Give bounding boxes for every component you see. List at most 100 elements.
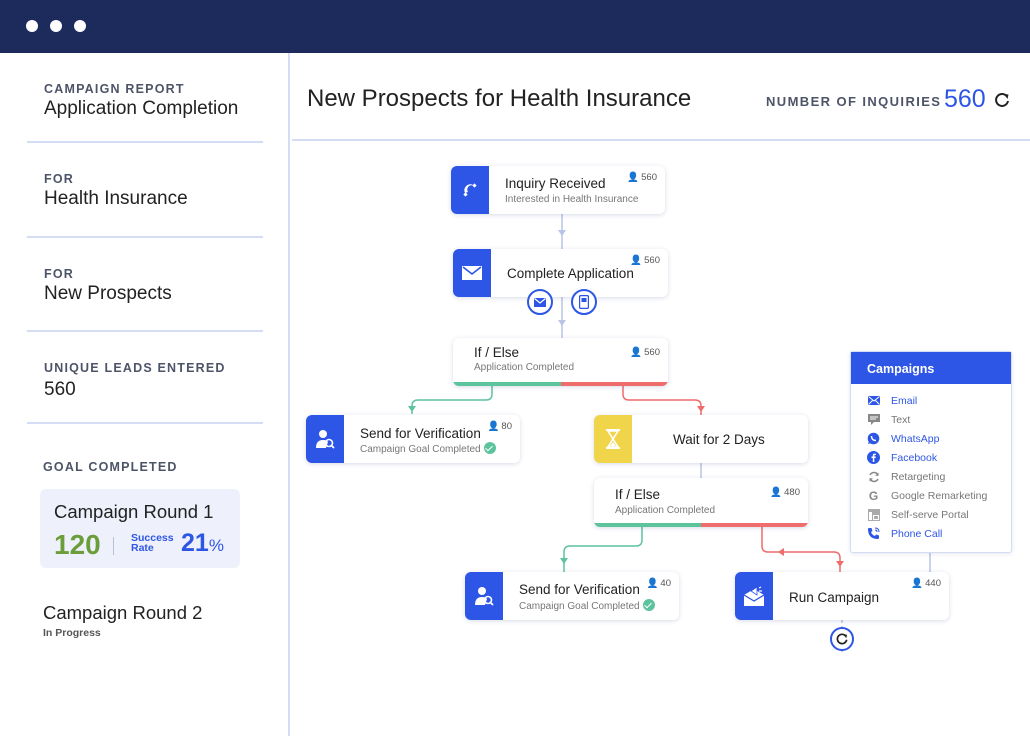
magnet-icon xyxy=(451,166,489,214)
success-rate-value: 21% xyxy=(181,529,224,558)
google-icon: G xyxy=(867,489,880,502)
campaign-item-label: Self-serve Portal xyxy=(891,509,969,521)
node-title: If / Else xyxy=(615,487,660,502)
window-dot-icon[interactable] xyxy=(50,20,62,32)
campaign-item-text[interactable]: Text xyxy=(867,410,910,429)
node-count-value: 80 xyxy=(501,421,512,432)
node-count: 👤560 xyxy=(630,255,660,266)
campaign-item-label: Phone Call xyxy=(891,528,942,540)
campaign-item-label: Google Remarketing xyxy=(891,490,987,502)
arrow-icon xyxy=(558,230,566,236)
window-titlebar xyxy=(0,0,1030,53)
mobile-message-channel-button[interactable] xyxy=(571,289,597,315)
node-title: Complete Application xyxy=(507,266,634,281)
campaign-item-label: Facebook xyxy=(891,452,937,464)
campaign-item-email[interactable]: Email xyxy=(867,391,917,410)
inquiries-value: 560 xyxy=(944,85,986,114)
email-channel-button[interactable] xyxy=(527,289,553,315)
node-count: 👤560 xyxy=(627,172,657,183)
flow-node-run-campaign[interactable]: Run Campaign 👤440 xyxy=(735,572,949,620)
user-search-icon xyxy=(465,572,503,620)
no-segment xyxy=(701,523,808,527)
campaign-item-retargeting[interactable]: Retargeting xyxy=(867,467,945,486)
node-count: 👤440 xyxy=(911,578,941,589)
check-circle-icon xyxy=(484,442,496,454)
campaign-item-label: Retargeting xyxy=(891,471,945,483)
inquiries-label: NUMBER OF INQUIRIES xyxy=(766,94,941,109)
arrow-icon xyxy=(408,406,416,412)
campaign-item-whatsapp[interactable]: WhatsApp xyxy=(867,429,939,448)
yes-segment xyxy=(594,523,701,527)
node-subtitle-text: Campaign Goal Completed xyxy=(519,601,640,612)
node-title: Inquiry Received xyxy=(505,176,606,191)
node-subtitle: Application Completed xyxy=(474,362,574,373)
no-segment xyxy=(561,382,669,386)
campaign-report-label: CAMPAIGN REPORT xyxy=(44,82,185,96)
envelope-icon xyxy=(453,249,491,297)
flow-node-if-else-2[interactable]: If / Else Application Completed 👤480 xyxy=(594,478,808,527)
whatsapp-icon xyxy=(867,432,880,445)
node-title: If / Else xyxy=(474,345,519,360)
no-branch-line xyxy=(762,527,840,573)
arrow-icon xyxy=(560,558,568,564)
hourglass-icon xyxy=(594,415,632,463)
node-count-value: 560 xyxy=(644,347,660,358)
user-icon: 👤 xyxy=(488,421,500,432)
user-icon: 👤 xyxy=(630,255,642,266)
window-dot-icon[interactable] xyxy=(26,20,38,32)
campaign-item-facebook[interactable]: Facebook xyxy=(867,448,937,467)
campaign-round-1-card[interactable]: Campaign Round 1 120 Success Rate 21% xyxy=(40,489,240,568)
divider xyxy=(113,537,114,555)
user-icon: 👤 xyxy=(627,172,639,183)
node-count: 👤560 xyxy=(630,347,660,358)
campaign-item-label: Email xyxy=(891,395,917,407)
campaigns-panel-title: Campaigns xyxy=(851,352,1011,384)
product-value: Health Insurance xyxy=(44,188,188,210)
email-icon xyxy=(534,298,546,307)
flow-node-wait[interactable]: Wait for 2 Days xyxy=(594,415,808,463)
user-search-icon xyxy=(306,415,344,463)
product-label: FOR xyxy=(44,172,74,186)
campaign-report-value: Application Completion xyxy=(44,98,238,120)
flow-node-send-for-verification-1[interactable]: Send for Verification Campaign Goal Comp… xyxy=(306,415,520,463)
yes-no-split-bar xyxy=(453,382,668,386)
node-title: Send for Verification xyxy=(360,426,481,441)
retargeting-icon xyxy=(867,470,880,483)
node-count-value: 480 xyxy=(784,487,800,498)
node-subtitle: Application Completed xyxy=(615,505,715,516)
node-count: 👤40 xyxy=(647,578,671,589)
round-2-title[interactable]: Campaign Round 2 xyxy=(43,602,202,624)
window-dot-icon[interactable] xyxy=(74,20,86,32)
campaign-item-self-serve-portal[interactable]: Self-serve Portal xyxy=(867,505,969,524)
flow-node-if-else-1[interactable]: If / Else Application Completed 👤560 xyxy=(453,338,668,386)
node-title: Send for Verification xyxy=(519,582,640,597)
flow-node-send-for-verification-2[interactable]: Send for Verification Campaign Goal Comp… xyxy=(465,572,679,620)
user-icon: 👤 xyxy=(770,487,782,498)
audience-value: New Prospects xyxy=(44,283,172,305)
campaign-report-section: CAMPAIGN REPORT Application Completion xyxy=(27,53,263,143)
refresh-icon xyxy=(835,632,849,646)
arrow-icon xyxy=(697,406,705,412)
node-subtitle: Interested in Health Insurance xyxy=(505,194,638,205)
main-header: New Prospects for Health Insurance NUMBE… xyxy=(292,53,1030,141)
unique-leads-section: UNIQUE LEADS ENTERED 560 xyxy=(27,332,263,424)
campaigns-panel: Campaigns Email Text WhatsApp Facebook R… xyxy=(850,351,1012,553)
flow-node-inquiry-received[interactable]: Inquiry Received Interested in Health In… xyxy=(451,166,665,214)
loop-refresh-button[interactable] xyxy=(830,627,854,651)
text-message-icon xyxy=(867,413,880,426)
flow-node-complete-application[interactable]: Complete Application 👤560 xyxy=(453,249,668,297)
refresh-icon[interactable] xyxy=(993,91,1011,109)
node-count: 👤80 xyxy=(488,421,512,432)
node-subtitle-text: Campaign Goal Completed xyxy=(360,444,481,455)
portal-icon xyxy=(867,508,880,521)
yes-no-split-bar xyxy=(594,523,808,527)
campaign-item-phone-call[interactable]: Phone Call xyxy=(867,524,942,543)
campaign-item-google-remarketing[interactable]: G Google Remarketing xyxy=(867,486,987,505)
percent-sign: % xyxy=(209,536,224,555)
phone-icon xyxy=(867,527,880,540)
arrow-icon xyxy=(836,561,844,567)
unique-leads-value: 560 xyxy=(44,379,76,401)
node-title: Run Campaign xyxy=(789,590,879,605)
unique-leads-label: UNIQUE LEADS ENTERED xyxy=(44,361,226,375)
user-icon: 👤 xyxy=(911,578,923,589)
